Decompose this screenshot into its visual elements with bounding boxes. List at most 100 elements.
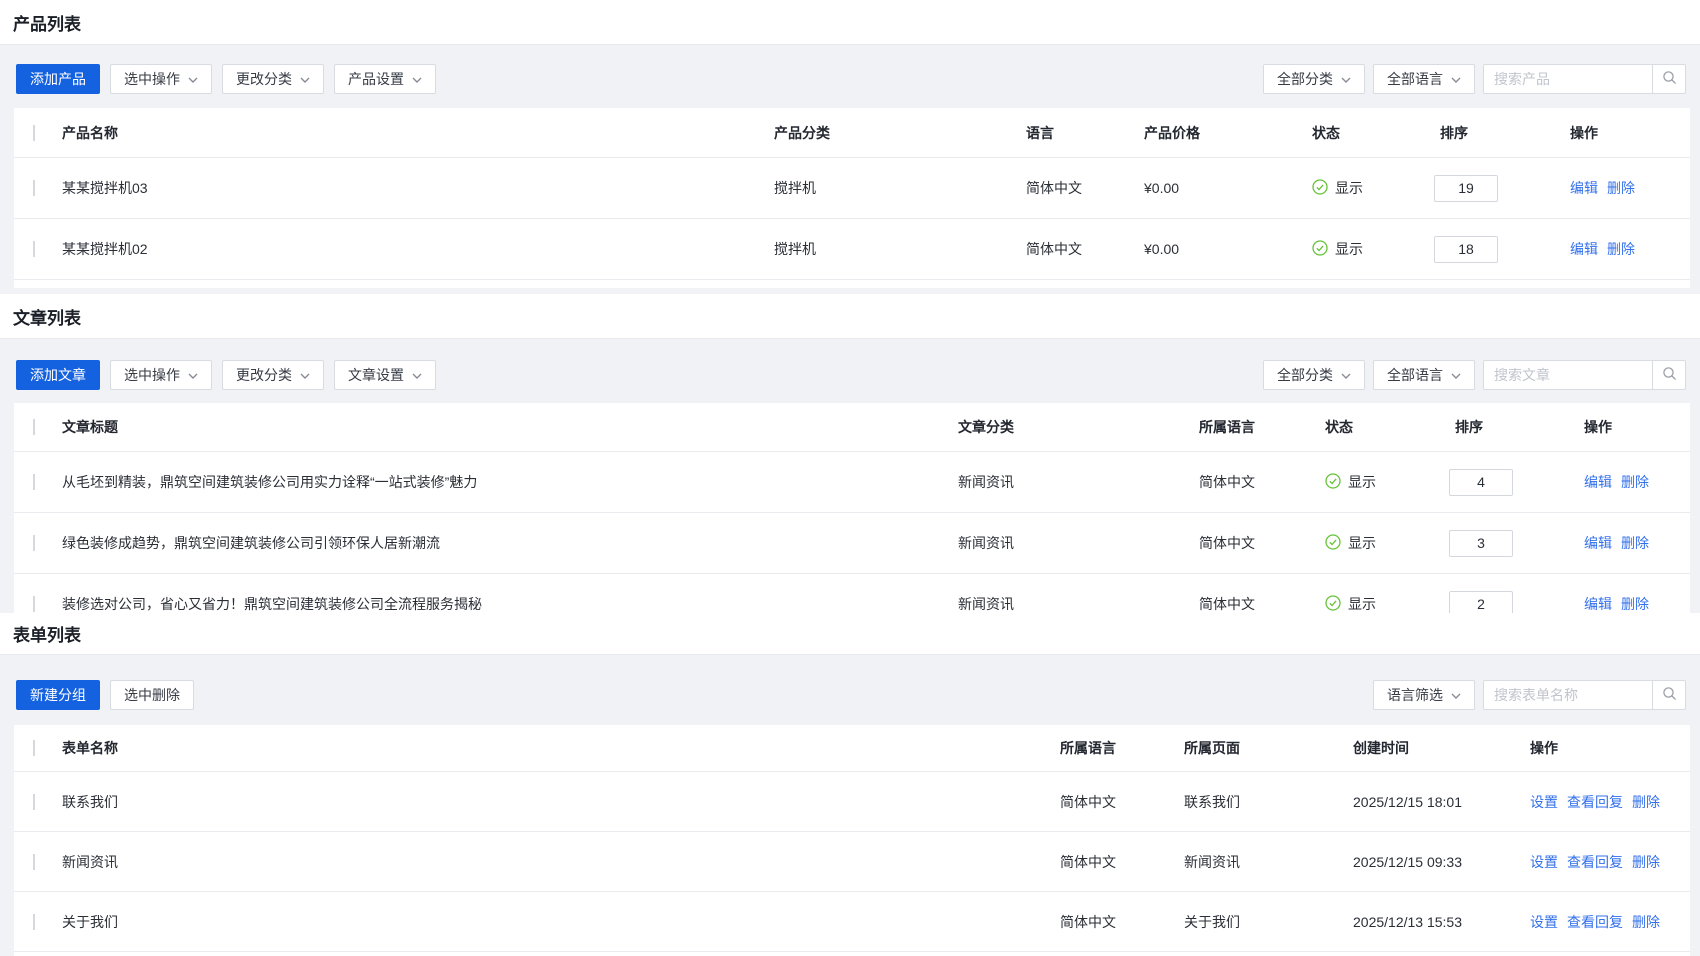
form-created-time: 2025/12/15 18:01 bbox=[1353, 794, 1530, 810]
row-checkbox[interactable] bbox=[33, 535, 35, 551]
product-toolbar: 添加产品 选中操作 更改分类 产品设置 全部分类 全部语言 bbox=[0, 45, 1700, 108]
row-checkbox[interactable] bbox=[33, 854, 35, 870]
chevron-down-icon bbox=[1341, 77, 1351, 83]
settings-link[interactable]: 设置 bbox=[1530, 792, 1558, 812]
dropdown-label: 选中操作 bbox=[124, 365, 180, 385]
product-search-button[interactable] bbox=[1652, 64, 1686, 94]
article-title: 从毛坯到精装，鼎筑空间建筑装修公司用实力诠释“一站式装修”魅力 bbox=[62, 472, 958, 492]
check-circle-icon bbox=[1325, 595, 1341, 614]
table-row: 从毛坯到精装，鼎筑空间建筑装修公司用实力诠释“一站式装修”魅力 新闻资讯 简体中… bbox=[14, 452, 1690, 513]
edit-link[interactable]: 编辑 bbox=[1570, 239, 1598, 259]
delete-link[interactable]: 删除 bbox=[1621, 533, 1649, 553]
status-text: 显示 bbox=[1335, 178, 1363, 198]
view-replies-link[interactable]: 查看回复 bbox=[1567, 792, 1623, 812]
row-checkbox[interactable] bbox=[33, 180, 35, 196]
form-name: 联系我们 bbox=[62, 792, 1060, 812]
edit-link[interactable]: 编辑 bbox=[1584, 533, 1612, 553]
article-search-button[interactable] bbox=[1652, 360, 1686, 390]
product-settings-dropdown[interactable]: 产品设置 bbox=[334, 64, 436, 94]
delete-link[interactable]: 删除 bbox=[1632, 912, 1660, 932]
select-all-checkbox[interactable] bbox=[33, 125, 35, 141]
article-language: 简体中文 bbox=[1199, 594, 1325, 613]
dropdown-label: 全部分类 bbox=[1277, 365, 1333, 385]
form-language-filter[interactable]: 语言筛选 bbox=[1373, 680, 1475, 710]
dropdown-label: 全部语言 bbox=[1387, 69, 1443, 89]
article-settings-dropdown[interactable]: 文章设置 bbox=[334, 360, 436, 390]
delete-link[interactable]: 删除 bbox=[1632, 852, 1660, 872]
article-category-filter[interactable]: 全部分类 bbox=[1263, 360, 1365, 390]
change-category-dropdown[interactable]: 更改分类 bbox=[222, 64, 324, 94]
chevron-down-icon bbox=[1451, 77, 1461, 83]
chevron-down-icon bbox=[1341, 373, 1351, 379]
article-language-filter[interactable]: 全部语言 bbox=[1373, 360, 1475, 390]
status-badge: 显示 bbox=[1325, 594, 1449, 613]
column-header: 状态 bbox=[1312, 123, 1434, 143]
article-search-input[interactable] bbox=[1483, 360, 1653, 390]
edit-link[interactable]: 编辑 bbox=[1570, 178, 1598, 198]
chevron-down-icon bbox=[1451, 373, 1461, 379]
table-row: 某某搅拌机02 搅拌机 简体中文 ¥0.00 显示 编辑 删除 bbox=[14, 219, 1690, 280]
column-header: 文章标题 bbox=[62, 417, 958, 437]
product-category-filter[interactable]: 全部分类 bbox=[1263, 64, 1365, 94]
view-replies-link[interactable]: 查看回复 bbox=[1567, 852, 1623, 872]
select-all-checkbox[interactable] bbox=[33, 740, 35, 756]
form-toolbar: 新建分组 选中删除 语言筛选 bbox=[0, 655, 1700, 725]
add-product-button[interactable]: 添加产品 bbox=[16, 64, 100, 94]
delete-link[interactable]: 删除 bbox=[1621, 472, 1649, 492]
select-all-checkbox[interactable] bbox=[33, 419, 35, 435]
edit-link[interactable]: 编辑 bbox=[1584, 472, 1612, 492]
column-header: 所属语言 bbox=[1199, 417, 1325, 437]
product-language: 简体中文 bbox=[1026, 178, 1144, 198]
sort-order-input[interactable] bbox=[1449, 469, 1513, 496]
delete-link[interactable]: 删除 bbox=[1621, 594, 1649, 613]
dropdown-label: 更改分类 bbox=[236, 69, 292, 89]
product-language-filter[interactable]: 全部语言 bbox=[1373, 64, 1475, 94]
form-language: 简体中文 bbox=[1060, 852, 1184, 872]
form-search-input[interactable] bbox=[1483, 680, 1653, 710]
add-article-button[interactable]: 添加文章 bbox=[16, 360, 100, 390]
column-header: 文章分类 bbox=[958, 417, 1199, 437]
sort-order-input[interactable] bbox=[1434, 175, 1498, 202]
row-checkbox[interactable] bbox=[33, 474, 35, 490]
status-text: 显示 bbox=[1348, 594, 1376, 613]
selected-actions-dropdown[interactable]: 选中操作 bbox=[110, 64, 212, 94]
form-language: 简体中文 bbox=[1060, 912, 1184, 932]
sort-order-input[interactable] bbox=[1434, 236, 1498, 263]
product-name: 某某搅拌机02 bbox=[62, 239, 774, 259]
sort-order-input[interactable] bbox=[1449, 591, 1513, 614]
view-replies-link[interactable]: 查看回复 bbox=[1567, 912, 1623, 932]
article-toolbar: 添加文章 选中操作 更改分类 文章设置 全部分类 全部语言 bbox=[0, 339, 1700, 403]
new-group-button[interactable]: 新建分组 bbox=[16, 680, 100, 710]
form-table-header: 表单名称 所属语言 所属页面 创建时间 操作 bbox=[14, 725, 1690, 772]
product-category: 搅拌机 bbox=[774, 178, 1026, 198]
row-checkbox[interactable] bbox=[33, 596, 35, 612]
dropdown-label: 选中操作 bbox=[124, 69, 180, 89]
article-section-header: 文章列表 bbox=[0, 294, 1700, 339]
product-search-input[interactable] bbox=[1483, 64, 1653, 94]
row-checkbox[interactable] bbox=[33, 914, 35, 930]
product-table-header: 产品名称 产品分类 语言 产品价格 状态 排序 操作 bbox=[14, 108, 1690, 158]
form-table: 表单名称 所属语言 所属页面 创建时间 操作 联系我们 简体中文 联系我们 20… bbox=[14, 725, 1690, 956]
status-text: 显示 bbox=[1335, 239, 1363, 259]
status-text: 显示 bbox=[1348, 472, 1376, 492]
table-row: 绿色装修成趋势，鼎筑空间建筑装修公司引领环保人居新潮流 新闻资讯 简体中文 显示… bbox=[14, 513, 1690, 574]
change-category-dropdown[interactable]: 更改分类 bbox=[222, 360, 324, 390]
form-name: 新闻资讯 bbox=[62, 852, 1060, 872]
delete-selected-button[interactable]: 选中删除 bbox=[110, 680, 194, 710]
delete-link[interactable]: 删除 bbox=[1632, 792, 1660, 812]
column-header: 产品分类 bbox=[774, 123, 1026, 143]
article-category: 新闻资讯 bbox=[958, 594, 1199, 613]
chevron-down-icon bbox=[188, 373, 198, 379]
row-checkbox[interactable] bbox=[33, 241, 35, 257]
delete-link[interactable]: 删除 bbox=[1607, 178, 1635, 198]
form-search-button[interactable] bbox=[1652, 680, 1686, 710]
table-row: 新闻资讯 简体中文 新闻资讯 2025/12/15 09:33 设置 查看回复 … bbox=[14, 832, 1690, 892]
row-checkbox[interactable] bbox=[33, 794, 35, 810]
edit-link[interactable]: 编辑 bbox=[1584, 594, 1612, 613]
column-header: 语言 bbox=[1026, 123, 1144, 143]
sort-order-input[interactable] bbox=[1449, 530, 1513, 557]
delete-link[interactable]: 删除 bbox=[1607, 239, 1635, 259]
settings-link[interactable]: 设置 bbox=[1530, 912, 1558, 932]
settings-link[interactable]: 设置 bbox=[1530, 852, 1558, 872]
selected-actions-dropdown[interactable]: 选中操作 bbox=[110, 360, 212, 390]
